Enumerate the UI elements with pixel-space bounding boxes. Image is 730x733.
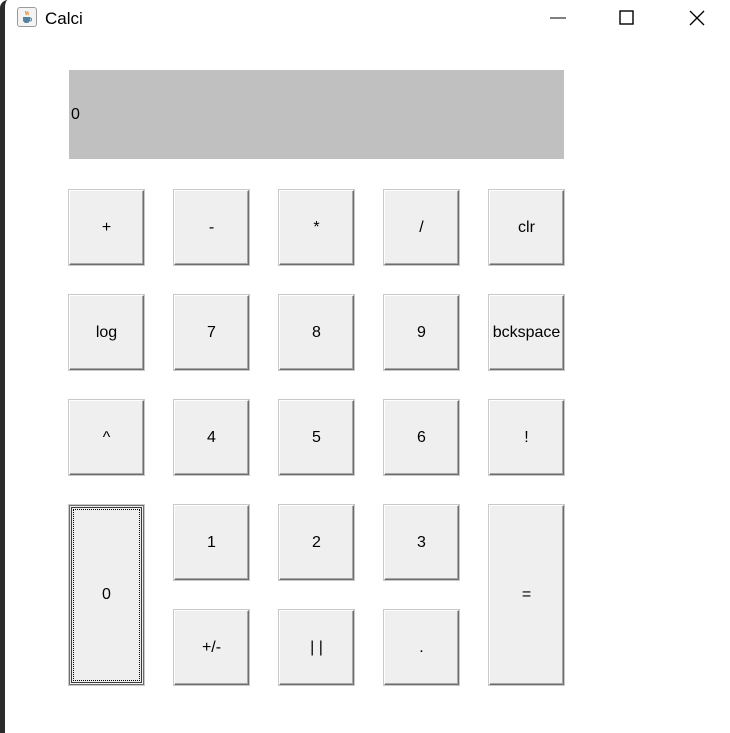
digit-7-button[interactable]: 7	[174, 295, 249, 370]
result-display: 0	[69, 70, 564, 159]
minus-button[interactable]: -	[174, 190, 249, 265]
plus-button[interactable]: +	[69, 190, 144, 265]
equals-button[interactable]: =	[489, 505, 564, 685]
java-cup-icon	[17, 7, 37, 27]
power-button[interactable]: ^	[69, 400, 144, 475]
backspace-button[interactable]: bckspace	[489, 295, 564, 370]
calculator-window: Calci 0 + - * / clr log 7 8 9 bckspace ^	[0, 0, 730, 733]
clear-button[interactable]: clr	[489, 190, 564, 265]
divide-button[interactable]: /	[384, 190, 459, 265]
digit-8-button[interactable]: 8	[279, 295, 354, 370]
digit-0-button[interactable]: 0	[69, 505, 144, 685]
digit-2-button[interactable]: 2	[279, 505, 354, 580]
factorial-button[interactable]: !	[489, 400, 564, 475]
negate-button[interactable]: +/-	[174, 610, 249, 685]
digit-6-button[interactable]: 6	[384, 400, 459, 475]
digit-1-button[interactable]: 1	[174, 505, 249, 580]
multiply-button[interactable]: *	[279, 190, 354, 265]
digit-4-button[interactable]: 4	[174, 400, 249, 475]
close-button[interactable]	[674, 0, 720, 36]
window-title: Calci	[45, 9, 83, 28]
close-icon	[689, 10, 705, 26]
maximize-icon	[619, 10, 634, 25]
maximize-button[interactable]	[604, 0, 650, 36]
digit-5-button[interactable]: 5	[279, 400, 354, 475]
title-bar[interactable]: Calci	[5, 0, 730, 36]
digit-9-button[interactable]: 9	[384, 295, 459, 370]
minimize-icon	[550, 17, 566, 19]
display-value: 0	[71, 106, 80, 123]
log-button[interactable]: log	[69, 295, 144, 370]
decimal-point-button[interactable]: .	[384, 610, 459, 685]
absolute-value-button[interactable]: | |	[279, 610, 354, 685]
minimize-button[interactable]	[535, 0, 581, 36]
digit-3-button[interactable]: 3	[384, 505, 459, 580]
